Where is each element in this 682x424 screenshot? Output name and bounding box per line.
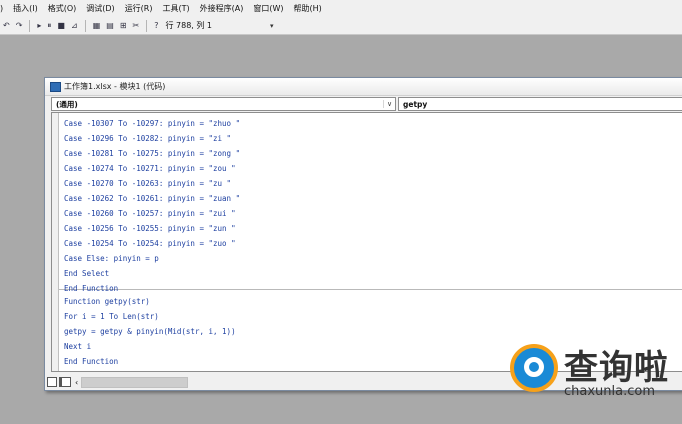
- toolbar-dropdown-icon[interactable]: ▾: [270, 22, 274, 30]
- module-icon: [50, 81, 61, 92]
- menu-format[interactable]: 格式(O): [48, 3, 77, 14]
- toolbar: ↶ ↷ ▸ ⏸ ■ ⊿ ▦ ▤ ⊞ ✂ ? 行 788, 列 1 ▾: [0, 17, 682, 35]
- undo-icon[interactable]: ↶: [3, 21, 10, 30]
- code-line[interactable]: End Function: [64, 282, 118, 296]
- procedure-combo[interactable]: getpy: [398, 97, 682, 111]
- menu-tools[interactable]: 工具(T): [163, 3, 190, 14]
- menu-insert[interactable]: 插入(I): [13, 3, 38, 14]
- code-line[interactable]: Case Else: pinyin = p: [64, 252, 159, 266]
- object-combo[interactable]: (通用) ∨: [51, 97, 396, 111]
- break-icon[interactable]: ⏸: [47, 21, 51, 31]
- menu-run[interactable]: 运行(R): [125, 3, 153, 14]
- full-module-view-button[interactable]: [59, 377, 71, 387]
- redo-icon[interactable]: ↷: [16, 21, 23, 30]
- menu-item-partial[interactable]: ): [0, 4, 3, 13]
- procedure-view-button[interactable]: [47, 377, 57, 387]
- menu-window[interactable]: 窗口(W): [253, 3, 283, 14]
- code-line[interactable]: Case -10260 To -10257: pinyin = "zui ": [64, 207, 236, 221]
- toolbar-divider: [29, 19, 31, 32]
- run-icon[interactable]: ▸: [37, 21, 41, 30]
- cursor-position: 行 788, 列 1: [165, 21, 212, 30]
- procedure-separator: [59, 289, 682, 290]
- chevron-down-icon[interactable]: ∨: [383, 100, 395, 108]
- code-line[interactable]: getpy = getpy & pinyin(Mid(str, i, 1)): [64, 325, 236, 339]
- object-combo-value: (通用): [56, 99, 78, 109]
- code-line[interactable]: Case -10274 To -10271: pinyin = "zou ": [64, 162, 236, 176]
- code-editor[interactable]: Case -10307 To -10297: pinyin = "zhuo " C…: [51, 112, 682, 372]
- code-window-title: 工作簿1.xlsx - 模块1 (代码): [64, 82, 166, 91]
- help-icon[interactable]: ?: [154, 21, 158, 30]
- watermark-text: 查询啦: [564, 348, 669, 388]
- code-line[interactable]: Case -10262 To -10261: pinyin = "zuan ": [64, 192, 240, 206]
- code-line[interactable]: Case -10281 To -10275: pinyin = "zong ": [64, 147, 240, 161]
- properties-icon[interactable]: ▤: [106, 21, 114, 30]
- code-line[interactable]: Function getpy(str): [64, 295, 150, 309]
- magnifier-logo-icon: [510, 344, 558, 392]
- object-browser-icon[interactable]: ⊞: [120, 21, 127, 30]
- code-window-titlebar[interactable]: 工作簿1.xlsx - 模块1 (代码): [45, 78, 682, 96]
- horizontal-scrollbar[interactable]: [81, 376, 189, 388]
- menu-debug[interactable]: 调试(D): [86, 3, 114, 14]
- toolbox-icon[interactable]: ✂: [133, 21, 140, 30]
- code-line[interactable]: End Function: [64, 355, 118, 369]
- toolbar-divider: [146, 19, 148, 32]
- combo-row: (通用) ∨ getpy: [45, 96, 682, 111]
- code-line[interactable]: Case -10270 To -10263: pinyin = "zu ": [64, 177, 231, 191]
- project-explorer-icon[interactable]: ▦: [93, 21, 101, 30]
- code-line[interactable]: Case -10307 To -10297: pinyin = "zhuo ": [64, 117, 240, 131]
- code-line[interactable]: Case -10296 To -10282: pinyin = "zi ": [64, 132, 231, 146]
- margin-indicator-bar[interactable]: [52, 113, 59, 371]
- watermark-domain: chaxunla.com: [564, 384, 655, 399]
- menu-bar: ) 插入(I) 格式(O) 调试(D) 运行(R) 工具(T) 外接程序(A) …: [0, 0, 682, 17]
- design-mode-icon[interactable]: ⊿: [71, 21, 78, 30]
- watermark-logo: 查询啦 chaxunla.com: [506, 340, 676, 406]
- code-line[interactable]: Case -10256 To -10255: pinyin = "zun ": [64, 222, 236, 236]
- scroll-left-icon[interactable]: ‹: [75, 378, 78, 387]
- code-line[interactable]: For i = 1 To Len(str): [64, 310, 159, 324]
- menu-addins[interactable]: 外接程序(A): [200, 3, 244, 14]
- code-line[interactable]: Case -10254 To -10254: pinyin = "zuo ": [64, 237, 236, 251]
- toolbar-divider: [84, 19, 86, 32]
- magnifier-lens: [524, 357, 544, 377]
- code-line[interactable]: Next i: [64, 340, 91, 354]
- reset-icon[interactable]: ■: [57, 21, 65, 30]
- menu-help[interactable]: 帮助(H): [294, 3, 322, 14]
- procedure-combo-value: getpy: [403, 99, 428, 109]
- code-line[interactable]: End Select: [64, 267, 109, 281]
